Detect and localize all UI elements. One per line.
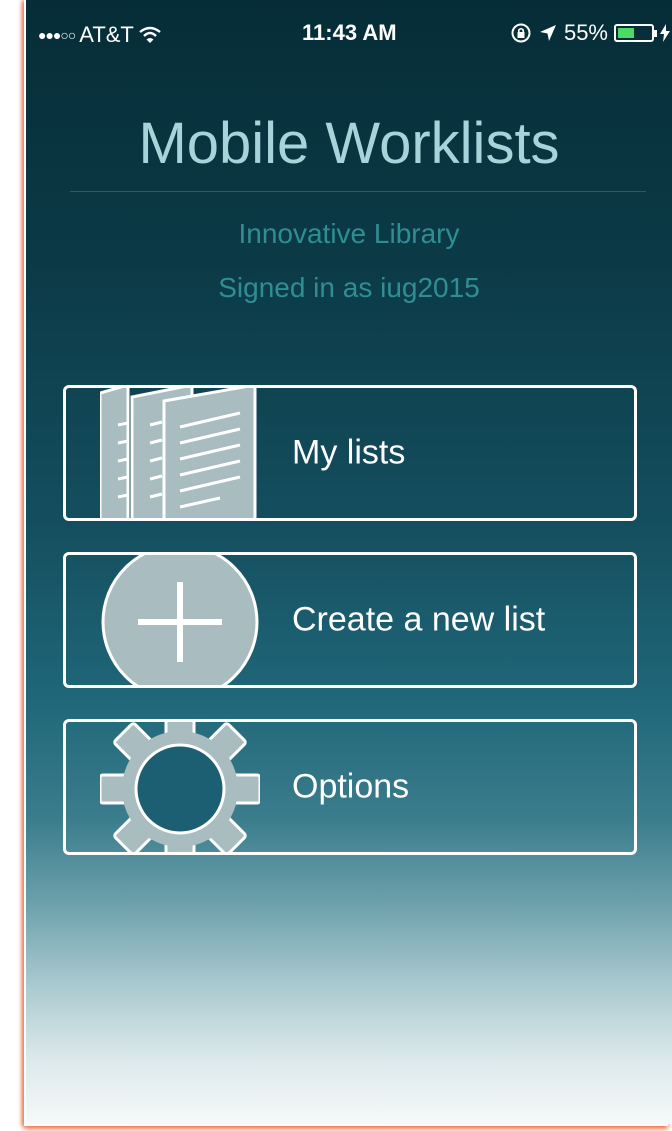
wifi-icon <box>139 26 161 43</box>
page-title: Mobile Worklists <box>138 111 560 176</box>
title-divider <box>70 191 646 192</box>
options-button[interactable]: Options <box>63 719 637 855</box>
battery-percent: 55% <box>563 20 608 45</box>
battery-icon <box>614 24 657 42</box>
battery-level <box>618 28 634 38</box>
status-bar: ●●●○○ AT&T 11:43 AM 55% <box>26 0 672 68</box>
create-new-list-button[interactable]: Create a new list <box>63 552 637 688</box>
my-lists-label: My lists <box>292 433 406 472</box>
plus-circle-icon <box>101 555 259 685</box>
carrier-name: AT&T <box>79 22 134 47</box>
app-screen: ●●●○○ AT&T 11:43 AM 55% Mobile Worklists… <box>26 0 672 1124</box>
signal-strength-icon: ●●●○○ <box>38 27 76 43</box>
create-new-list-label: Create a new list <box>292 600 546 639</box>
status-left: ●●●○○ AT&T <box>38 22 162 48</box>
gear-icon <box>100 722 260 852</box>
location-arrow-icon <box>539 25 556 41</box>
options-label: Options <box>292 767 410 806</box>
signed-in-status: Signed in as iug2015 <box>218 272 480 303</box>
my-lists-button[interactable]: My lists <box>63 385 637 521</box>
status-right: 55% <box>510 20 670 46</box>
status-time: 11:43 AM <box>302 20 397 45</box>
lightning-icon <box>660 24 670 42</box>
orientation-lock-icon <box>511 23 531 43</box>
library-name: Innovative Library <box>238 218 460 249</box>
documents-icon <box>100 388 257 518</box>
